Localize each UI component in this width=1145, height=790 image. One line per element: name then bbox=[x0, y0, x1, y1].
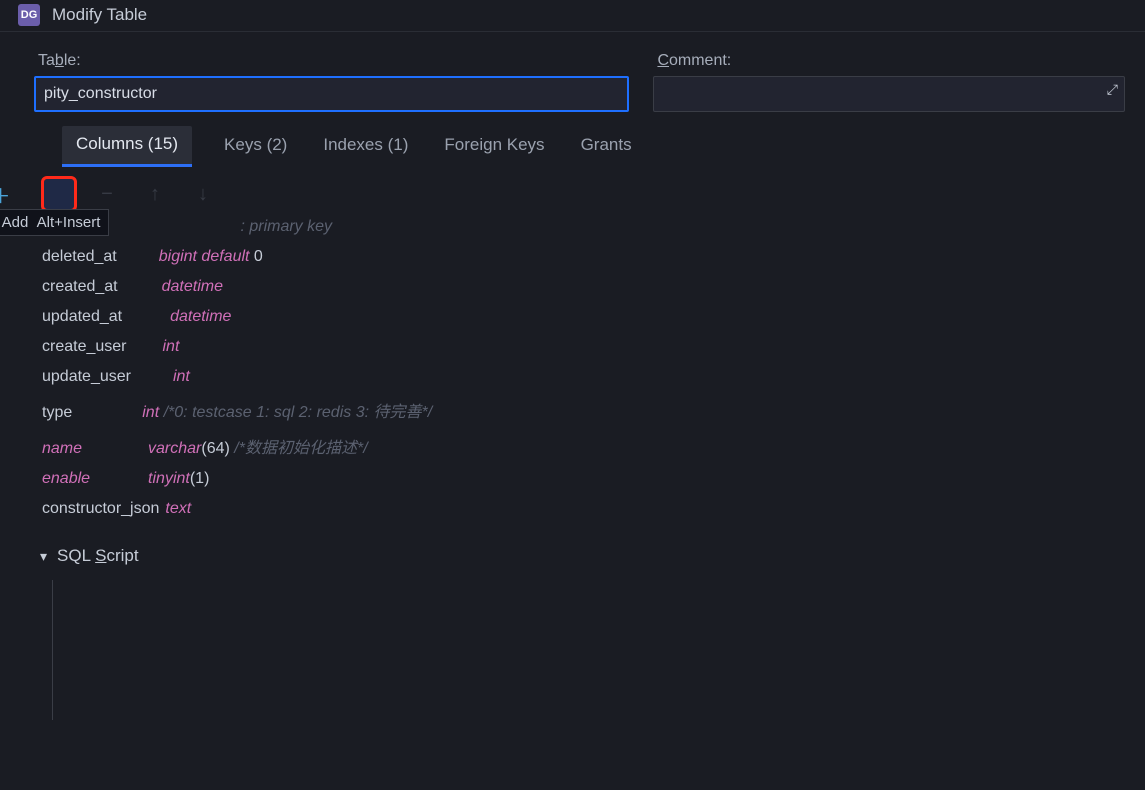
sql-script-toggle[interactable]: ▾ SQL Script bbox=[34, 546, 1125, 566]
column-row[interactable]: namevarchar(64) /*数据初始化描述*/ bbox=[42, 434, 1125, 458]
column-name: constructor_json bbox=[42, 500, 159, 518]
column-row[interactable]: constructor_json text bbox=[42, 500, 1125, 518]
add-tooltip: Add Alt+Insert bbox=[0, 209, 109, 236]
expand-icon[interactable]: ⤢ bbox=[1107, 81, 1118, 98]
column-type: tinyint bbox=[148, 470, 190, 488]
column-comment: /*0: testcase 1: sql 2: redis 3: 待完善*/ bbox=[159, 398, 432, 422]
sql-script-body bbox=[52, 580, 1125, 720]
comment-label: Comment: bbox=[653, 52, 1125, 70]
column-type: int bbox=[173, 368, 190, 386]
column-type: text bbox=[165, 500, 191, 518]
table-name-input[interactable] bbox=[34, 76, 629, 112]
column-name: create_user bbox=[42, 338, 127, 356]
column-row[interactable]: enabletinyint(1) bbox=[42, 470, 1125, 488]
column-name: updated_at bbox=[42, 308, 122, 326]
tabs: Columns (15) Keys (2) Indexes (1) Foreign K… bbox=[34, 126, 1125, 166]
column-type: int bbox=[142, 404, 159, 422]
column-list: id: primary keydeleted_atbigint default … bbox=[34, 218, 1125, 518]
tab-keys-[interactable]: Keys (2) bbox=[220, 127, 291, 165]
app-logo-icon: DG bbox=[18, 4, 40, 26]
remove-column-button[interactable]: − bbox=[92, 179, 122, 209]
tab-columns-[interactable]: Columns (15) bbox=[62, 126, 192, 167]
column-type: varchar bbox=[148, 440, 201, 458]
window-title: Modify Table bbox=[52, 5, 147, 25]
column-type: bigint bbox=[159, 248, 197, 266]
tab-indexes-[interactable]: Indexes (1) bbox=[319, 127, 412, 165]
column-row[interactable]: updated_at datetime bbox=[42, 308, 1125, 326]
move-up-button[interactable]: ↑ bbox=[140, 179, 170, 209]
column-row[interactable]: deleted_atbigint default 0 bbox=[42, 248, 1125, 266]
column-name: name bbox=[42, 440, 82, 458]
column-type: datetime bbox=[162, 278, 223, 296]
column-toolbar: ＋ Add Alt+Insert − ↑ ↓ bbox=[34, 176, 1125, 212]
column-name: update_user bbox=[42, 368, 131, 386]
chevron-down-icon: ▾ bbox=[40, 548, 47, 565]
column-row[interactable]: type int /*0: testcase 1: sql 2: redis 3:… bbox=[42, 398, 1125, 422]
titlebar: DG Modify Table bbox=[0, 0, 1145, 32]
add-column-button[interactable]: ＋ Add Alt+Insert bbox=[44, 179, 74, 209]
column-comment: /*数据初始化描述*/ bbox=[230, 434, 368, 458]
column-type: datetime bbox=[170, 308, 231, 326]
column-name: deleted_at bbox=[42, 248, 117, 266]
comment-input[interactable]: ⤢ bbox=[653, 76, 1125, 112]
column-name: created_at bbox=[42, 278, 118, 296]
column-name: enable bbox=[42, 470, 90, 488]
column-type: int bbox=[163, 338, 180, 356]
move-down-button[interactable]: ↓ bbox=[188, 179, 218, 209]
tab-grants[interactable]: Grants bbox=[577, 127, 636, 165]
tab-foreign-keys[interactable]: Foreign Keys bbox=[440, 127, 548, 165]
table-label: Table: bbox=[34, 52, 629, 70]
column-row[interactable]: update_user int bbox=[42, 368, 1125, 386]
column-row[interactable]: created_at datetime bbox=[42, 278, 1125, 296]
column-row[interactable]: create_user int bbox=[42, 338, 1125, 356]
column-row[interactable]: id: primary key bbox=[42, 218, 1125, 236]
column-name: type bbox=[42, 404, 72, 422]
